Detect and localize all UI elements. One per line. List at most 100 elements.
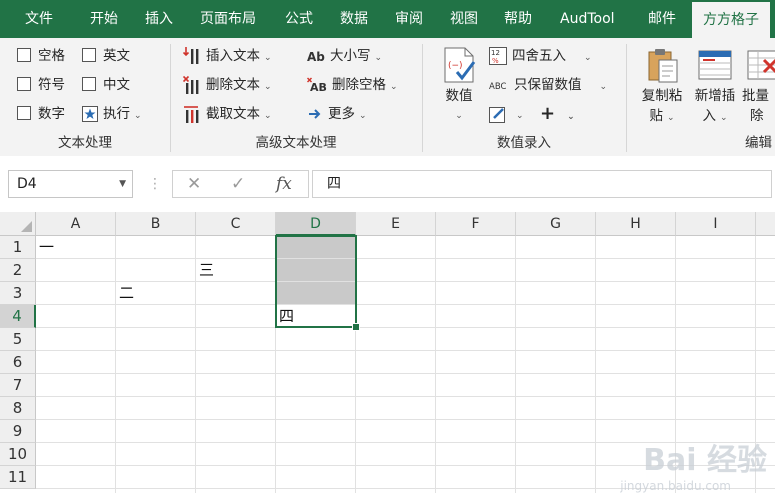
row-header-1[interactable]: 1 [0,236,36,259]
case-button[interactable]: Ab 大小写 ⌄ [307,45,382,67]
chevron-down-icon: ⌄ [599,82,608,92]
row-header-5[interactable]: 5 [0,328,36,351]
cell-b3[interactable]: 二 [116,282,196,305]
batch-delete-button[interactable]: 批量 除 [742,46,775,126]
tab-home[interactable]: 开始 [90,0,118,38]
tab-fangfang[interactable]: 方方格子 [692,2,770,38]
delete-space-button[interactable]: AB 删除空格 ⌄ [307,74,398,96]
row-header-8[interactable]: 8 [0,397,36,420]
cell-a1[interactable]: 一 [36,236,116,259]
select-all-button[interactable] [0,212,36,236]
row-header-9[interactable]: 9 [0,420,36,443]
tab-view[interactable]: 视图 [450,0,478,38]
group-label-advanced: 高级文本处理 [255,135,337,151]
row-header-6[interactable]: 6 [0,351,36,374]
round-icon: 12% [489,47,507,65]
cancel-icon[interactable]: ✕ [187,171,201,197]
confirm-icon[interactable]: ✓ [231,171,245,197]
copy-paste-button[interactable]: 复制粘 贴 ⌄ [637,46,687,128]
chevron-down-icon: ⌄ [584,53,592,63]
svg-text:Ab: Ab [307,50,325,64]
select-all-icon [21,221,32,232]
cell-c2[interactable]: 三 [196,259,276,282]
tab-page-layout[interactable]: 页面布局 [200,0,256,38]
round-button[interactable]: 12% 四舍五入 ⌄ [489,45,592,67]
add-button[interactable]: + ⌄ [540,103,575,125]
svg-text:ABC: ABC [489,82,506,92]
checkbox-box [82,77,96,91]
tab-formulas[interactable]: 公式 [285,0,313,38]
name-box[interactable]: D4 ▼ [8,170,133,198]
checkbox-box [17,106,31,120]
chevron-down-icon: ⌄ [666,113,675,123]
column-header-a[interactable]: A [36,212,116,236]
tab-mail[interactable]: 邮件 [648,0,676,38]
checkbox-box [82,48,96,62]
delete-rows-icon [747,50,775,80]
svg-text:12: 12 [491,49,500,57]
tab-file[interactable]: 文件 [25,0,53,38]
row-header-11[interactable]: 11 [0,466,36,489]
checkbox-chinese[interactable]: 中文 [82,74,130,96]
delete-text-button[interactable]: 删除文本 ⌄ [183,74,272,96]
checkbox-space[interactable]: 空格 [17,45,65,67]
insert-text-button[interactable]: 插入文本 ⌄ [183,45,272,67]
formula-bar-grip[interactable]: ⋮ [148,172,162,196]
insert-function-button[interactable]: fx [276,171,292,197]
column-header-h[interactable]: H [596,212,676,236]
tab-review[interactable]: 审阅 [395,0,423,38]
group-label-edit: 编辑 [745,135,772,151]
checkbox-number[interactable]: 数字 [17,103,65,125]
column-header-b[interactable]: B [116,212,196,236]
tab-data[interactable]: 数据 [340,0,368,38]
svg-text:%: % [492,57,499,65]
row-header-10[interactable]: 10 [0,443,36,466]
number-button[interactable]: (−) 数值 ⌄ [438,46,480,126]
gridline [435,236,436,493]
row-header-2[interactable]: 2 [0,259,36,282]
tab-help[interactable]: 帮助 [504,0,532,38]
edit-options-button[interactable]: ⌄ [489,103,524,125]
row-header-7[interactable]: 7 [0,374,36,397]
arrow-right-icon [309,109,321,119]
column-header-c[interactable]: C [196,212,276,236]
column-header-partial[interactable] [756,212,775,236]
column-header-f[interactable]: F [436,212,516,236]
column-header-e[interactable]: E [356,212,436,236]
keep-number-button[interactable]: ABC 只保留数值 ⌄ [489,74,607,96]
more-button[interactable]: 更多 ⌄ [307,103,367,125]
ribbon-panel: 空格 英文 符号 中文 数字 执行 ⌄ 文本处理 插入文本 ⌄ 删除文本 ⌄ 截取文本… [0,38,775,157]
fill-handle[interactable] [352,323,360,331]
star-icon [82,106,98,122]
tab-audtool[interactable]: AudTool [560,0,615,38]
case-icon: Ab [307,50,325,64]
chevron-down-icon: ⌄ [567,112,575,122]
tab-insert[interactable]: 插入 [145,0,173,38]
checkbox-box [17,48,31,62]
checkbox-box [17,77,31,91]
svg-text:AB: AB [310,81,327,93]
checkbox-symbol[interactable]: 符号 [17,74,65,96]
new-insert-button[interactable]: 新增插 入 ⌄ [690,46,740,128]
column-header-d[interactable]: D [276,212,356,236]
spreadsheet-grid: A B C D E F G H I 1 2 3 4 5 6 7 8 9 10 1… [0,212,775,493]
chevron-down-icon: ⌄ [455,111,463,121]
watermark-url: jingyan.baidu.com [620,479,731,493]
gridline [36,327,775,328]
formula-input[interactable]: 四 [312,170,772,198]
row-header-3[interactable]: 3 [0,282,36,305]
chevron-down-icon: ⌄ [264,111,272,121]
gridline [36,373,775,374]
execute-button[interactable]: 执行 ⌄ [82,103,142,125]
extract-text-button[interactable]: 截取文本 ⌄ [183,103,272,125]
gridline [515,236,516,493]
clipboard-icon [648,49,678,83]
column-header-i[interactable]: I [676,212,756,236]
checkbox-english[interactable]: 英文 [82,45,130,67]
group-label-text: 文本处理 [58,135,112,151]
row-header-4[interactable]: 4 [0,305,36,328]
chevron-down-icon[interactable]: ▼ [119,171,126,197]
delete-text-icon [183,75,199,94]
insert-rows-icon [698,50,732,80]
column-header-g[interactable]: G [516,212,596,236]
